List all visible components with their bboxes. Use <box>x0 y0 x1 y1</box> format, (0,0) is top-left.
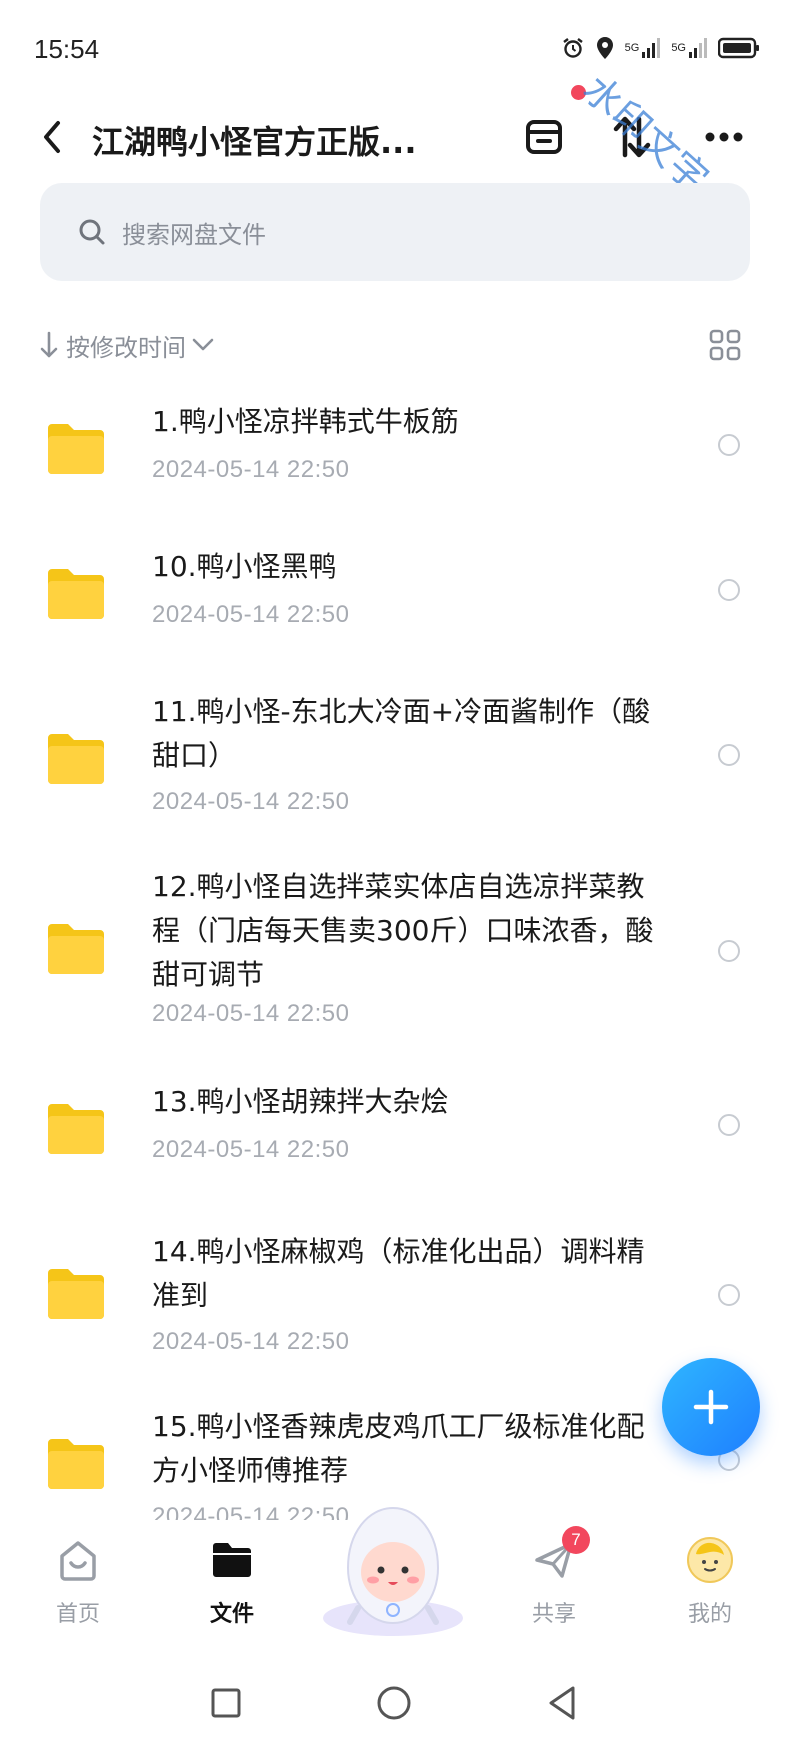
mascot-icon <box>323 1506 463 1636</box>
search-icon <box>79 219 105 245</box>
tab-home[interactable]: 首页 <box>18 1520 138 1640</box>
tab-me[interactable]: 我的 <box>650 1520 770 1640</box>
list-item[interactable]: 1.鸭小怪凉拌韩式牛板筋 2024-05-14 22:50 <box>0 380 790 520</box>
folder-icon <box>48 1269 104 1319</box>
tab-files-label: 文件 <box>209 1602 254 1627</box>
arrow-down-icon <box>40 331 58 358</box>
avatar-icon <box>686 1536 734 1584</box>
file-name: 14.鸭小怪麻椒鸡（标准化出品）调料精准到 <box>152 1235 645 1312</box>
file-name: 10.鸭小怪黑鸭 <box>152 550 337 583</box>
grid-icon <box>709 329 741 361</box>
archive-icon <box>526 120 562 154</box>
tab-share[interactable]: 7 共享 <box>494 1520 614 1640</box>
battery-icon <box>718 37 760 59</box>
file-date: 2024-05-14 22:50 <box>152 456 350 483</box>
search-placeholder: 搜索网盘文件 <box>122 220 266 249</box>
select-radio[interactable] <box>718 1114 740 1136</box>
list-item[interactable]: 13.鸭小怪胡辣拌大杂烩 2024-05-14 22:50 <box>0 1060 790 1200</box>
file-date: 2024-05-14 22:50 <box>152 1136 350 1163</box>
list-item[interactable]: 14.鸭小怪麻椒鸡（标准化出品）调料精准到 2024-05-14 22:50 <box>0 1210 790 1390</box>
circle-icon <box>377 1686 411 1720</box>
tab-share-label: 共享 <box>531 1602 576 1627</box>
file-date: 2024-05-14 22:50 <box>152 601 350 628</box>
select-radio[interactable] <box>718 579 740 601</box>
folder-icon <box>48 1439 104 1489</box>
file-date: 2024-05-14 22:50 <box>152 1328 350 1355</box>
file-name: 11.鸭小怪-东北大冷面+冷面酱制作（酸甜口） <box>152 695 651 772</box>
folder-icon <box>48 734 104 784</box>
list-item[interactable]: 11.鸭小怪-东北大冷面+冷面酱制作（酸甜口） 2024-05-14 22:50 <box>0 670 790 850</box>
folder-icon <box>208 1536 256 1584</box>
location-icon <box>595 36 615 60</box>
home-icon <box>54 1536 102 1584</box>
status-bar: 15:54 5G 5G <box>0 0 790 100</box>
archive-button[interactable] <box>512 105 576 169</box>
alarm-icon <box>561 36 585 60</box>
network-label: 5G <box>624 42 640 54</box>
chevron-down-icon[interactable] <box>192 338 214 352</box>
grid-view-button[interactable] <box>700 320 750 370</box>
sort-row: 按修改时间 <box>40 320 750 370</box>
list-item[interactable]: 10.鸭小怪黑鸭 2024-05-14 22:50 <box>0 525 790 665</box>
share-badge: 7 <box>562 1526 590 1554</box>
home-system-button[interactable] <box>364 1673 424 1733</box>
tab-files[interactable]: 文件 <box>172 1520 292 1640</box>
back-button[interactable] <box>30 107 74 167</box>
system-nav-bar <box>0 1665 790 1745</box>
file-date: 2024-05-14 22:50 <box>152 788 350 815</box>
page-title: 江湖鸭小怪官方正版... <box>92 123 417 161</box>
file-date: 2024-05-14 22:50 <box>152 1000 350 1027</box>
search-input[interactable]: 搜索网盘文件 <box>40 183 750 281</box>
folder-icon <box>48 924 104 974</box>
list-item[interactable]: 12.鸭小怪自选拌菜实体店自选凉拌菜教程（门店每天售卖300斤）口味浓香，酸甜可… <box>0 865 790 1085</box>
signal-5g-icon: 5G <box>671 37 708 59</box>
plus-icon <box>693 1389 729 1425</box>
folder-icon <box>48 1104 104 1154</box>
select-radio[interactable] <box>718 434 740 456</box>
sort-label[interactable]: 按修改时间 <box>66 328 186 363</box>
mascot-button[interactable] <box>318 1498 468 1638</box>
select-radio[interactable] <box>718 940 740 962</box>
select-radio[interactable] <box>718 1284 740 1306</box>
select-radio[interactable] <box>718 744 740 766</box>
signal-5g-icon: 5G <box>625 37 662 59</box>
back-system-button[interactable] <box>532 1673 592 1733</box>
square-icon <box>211 1688 241 1718</box>
file-name: 1.鸭小怪凉拌韩式牛板筋 <box>152 405 459 438</box>
file-name: 12.鸭小怪自选拌菜实体店自选凉拌菜教程（门店每天售卖300斤）口味浓香，酸甜可… <box>152 870 654 991</box>
triangle-back-icon <box>549 1686 575 1720</box>
file-name: 13.鸭小怪胡辣拌大杂烩 <box>152 1085 449 1118</box>
recent-apps-button[interactable] <box>196 1673 256 1733</box>
folder-icon <box>48 569 104 619</box>
network-label: 5G <box>671 42 686 54</box>
more-icon <box>705 132 743 142</box>
chevron-left-icon <box>44 121 60 153</box>
file-name: 15.鸭小怪香辣虎皮鸡爪工厂级标准化配方小怪师傅推荐 <box>152 1410 645 1487</box>
status-time: 15:54 <box>34 34 100 64</box>
add-button[interactable] <box>662 1358 760 1456</box>
tab-home-label: 首页 <box>55 1602 100 1627</box>
tab-me-label: 我的 <box>687 1602 732 1627</box>
folder-icon <box>48 424 104 474</box>
status-icons: 5G 5G <box>561 36 760 60</box>
sort-direction-button[interactable] <box>40 331 58 359</box>
